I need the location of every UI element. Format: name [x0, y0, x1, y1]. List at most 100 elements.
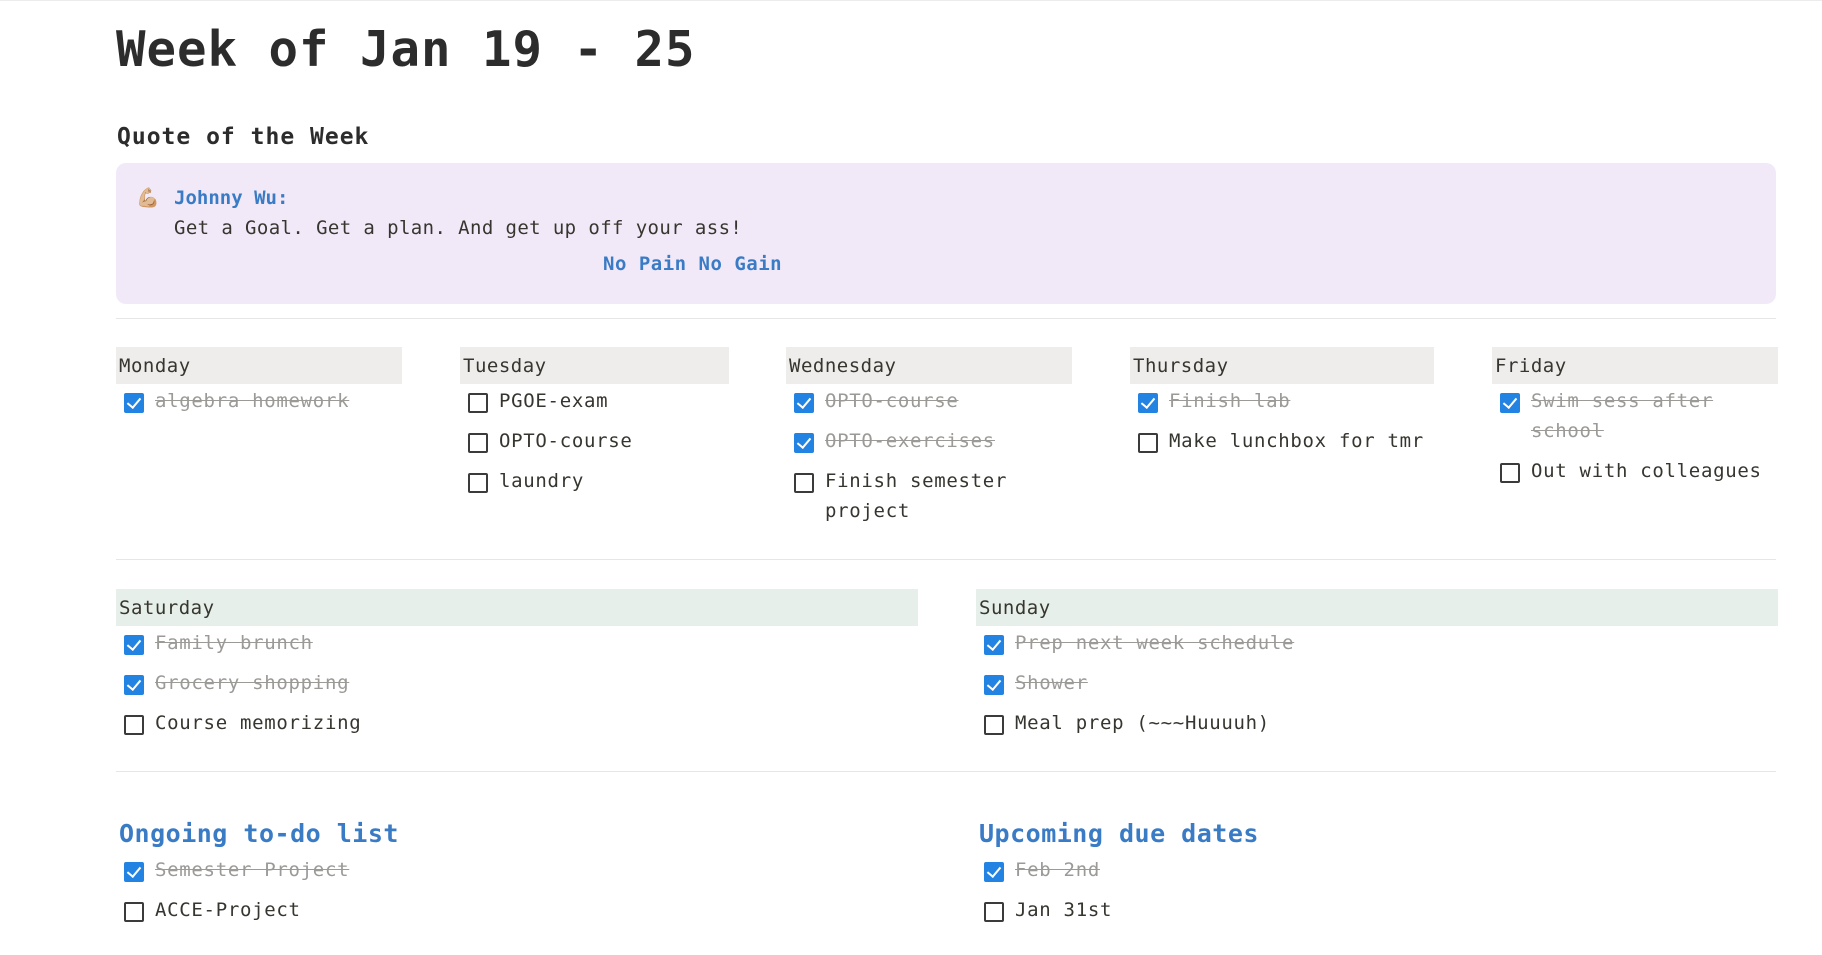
todo-item: laundry: [460, 466, 729, 496]
day-header: Monday: [116, 347, 402, 384]
checkbox[interactable]: [468, 393, 488, 413]
page-title: Week of Jan 19 - 25: [116, 21, 696, 78]
ongoing-todo-heading: Ongoing to-do list: [119, 819, 399, 848]
todo-label[interactable]: Shower: [1015, 668, 1088, 698]
todo-label[interactable]: OPTO-course: [499, 426, 633, 456]
todo-item: Meal prep (~~~Huuuuh): [976, 708, 1778, 738]
todo-label[interactable]: Finish semester project: [825, 466, 1072, 526]
checkbox[interactable]: [1138, 433, 1158, 453]
todo-label[interactable]: OPTO-course: [825, 386, 959, 416]
todo-item: Family brunch: [116, 628, 918, 658]
task-list: Family brunch Grocery shopping Course memo…: [116, 628, 918, 738]
todo-label[interactable]: Make lunchbox for tmr: [1169, 426, 1424, 456]
checkbox[interactable]: [124, 715, 144, 735]
todo-item: Semester Project: [116, 855, 918, 885]
task-list: Finish lab Make lunchbox for tmr: [1130, 386, 1434, 456]
todo-item: Grocery shopping: [116, 668, 918, 698]
todo-label[interactable]: Swim sess after school: [1531, 386, 1778, 446]
todo-label[interactable]: Feb 2nd: [1015, 855, 1100, 885]
todo-label[interactable]: ACCE-Project: [155, 895, 301, 925]
todo-item: Finish lab: [1130, 386, 1434, 416]
checkbox-checked[interactable]: [984, 675, 1004, 695]
todo-label[interactable]: Family brunch: [155, 628, 313, 658]
todo-item: OPTO-exercises: [786, 426, 1072, 456]
ongoing-todo-section: Ongoing to-do list Semester Project ACCE-…: [116, 819, 918, 935]
todo-item: PGOE-exam: [460, 386, 729, 416]
todo-label[interactable]: Meal prep (~~~Huuuuh): [1015, 708, 1270, 738]
checkbox[interactable]: [984, 715, 1004, 735]
todo-item: Prep next week schedule: [976, 628, 1778, 658]
checkbox-checked[interactable]: [1138, 393, 1158, 413]
checkbox[interactable]: [1500, 463, 1520, 483]
task-list: Prep next week schedule Shower Meal prep (…: [976, 628, 1778, 738]
quote-motto: No Pain No Gain: [603, 253, 783, 275]
todo-label[interactable]: Out with colleagues: [1531, 456, 1762, 486]
checkbox-checked[interactable]: [984, 862, 1004, 882]
task-list: Swim sess after school Out with colleague…: [1492, 386, 1778, 486]
checkbox[interactable]: [468, 473, 488, 493]
divider: [116, 318, 1776, 319]
todo-item: ACCE-Project: [116, 895, 918, 925]
quote-text: Get a Goal. Get a plan. And get up off y…: [174, 217, 743, 239]
checkbox[interactable]: [794, 473, 814, 493]
checkbox-checked[interactable]: [794, 393, 814, 413]
checkbox-checked[interactable]: [794, 433, 814, 453]
upcoming-due-section: Upcoming due dates Feb 2nd Jan 31st: [976, 819, 1778, 935]
todo-label[interactable]: algebra homework: [155, 386, 349, 416]
day-column-thursday: Thursday Finish lab Make lunchbox for tmr: [1130, 347, 1434, 466]
todo-label[interactable]: Jan 31st: [1015, 895, 1112, 925]
day-header: Friday: [1492, 347, 1778, 384]
todo-label[interactable]: Course memorizing: [155, 708, 361, 738]
task-list: algebra homework: [116, 386, 402, 416]
checkbox-checked[interactable]: [124, 635, 144, 655]
quote-heading: Quote of the Week: [117, 124, 370, 150]
todo-item: Course memorizing: [116, 708, 918, 738]
todo-label[interactable]: PGOE-exam: [499, 386, 608, 416]
day-column-wednesday: Wednesday OPTO-course OPTO-exercises Finis…: [786, 347, 1072, 536]
day-column-saturday: Saturday Family brunch Grocery shopping Co…: [116, 589, 918, 748]
todo-item: Swim sess after school: [1492, 386, 1778, 446]
quote-author: Johnny Wu:: [174, 187, 289, 209]
todo-label[interactable]: Semester Project: [155, 855, 349, 885]
day-column-friday: Friday Swim sess after school Out with co…: [1492, 347, 1778, 496]
todo-item: OPTO-course: [460, 426, 729, 456]
todo-item: OPTO-course: [786, 386, 1072, 416]
todo-label[interactable]: Grocery shopping: [155, 668, 349, 698]
day-header: Wednesday: [786, 347, 1072, 384]
top-border: [0, 0, 1822, 1]
day-column-tuesday: Tuesday PGOE-exam OPTO-course laundry: [460, 347, 729, 506]
checkbox-checked[interactable]: [124, 862, 144, 882]
divider: [116, 771, 1776, 772]
checkbox[interactable]: [468, 433, 488, 453]
divider: [116, 559, 1776, 560]
task-list: PGOE-exam OPTO-course laundry: [460, 386, 729, 496]
quote-callout: 💪🏼 Johnny Wu: Get a Goal. Get a plan. An…: [116, 163, 1776, 304]
todo-label[interactable]: Finish lab: [1169, 386, 1290, 416]
task-list: OPTO-course OPTO-exercises Finish semester…: [786, 386, 1072, 526]
flexed-biceps-icon: 💪🏼: [136, 187, 160, 209]
day-header: Tuesday: [460, 347, 729, 384]
day-header: Thursday: [1130, 347, 1434, 384]
checkbox-checked[interactable]: [984, 635, 1004, 655]
checkbox[interactable]: [124, 902, 144, 922]
day-column-monday: Monday algebra homework: [116, 347, 402, 426]
checkbox-checked[interactable]: [124, 675, 144, 695]
todo-label[interactable]: Prep next week schedule: [1015, 628, 1294, 658]
day-header: Saturday: [116, 589, 918, 626]
todo-item: Finish semester project: [786, 466, 1072, 526]
day-column-sunday: Sunday Prep next week schedule Shower Meal…: [976, 589, 1778, 748]
todo-label[interactable]: OPTO-exercises: [825, 426, 995, 456]
todo-item: Shower: [976, 668, 1778, 698]
day-header: Sunday: [976, 589, 1778, 626]
todo-item: Feb 2nd: [976, 855, 1778, 885]
checkbox[interactable]: [984, 902, 1004, 922]
task-list: Feb 2nd Jan 31st: [976, 855, 1778, 925]
checkbox-checked[interactable]: [1500, 393, 1520, 413]
checkbox-checked[interactable]: [124, 393, 144, 413]
todo-item: Out with colleagues: [1492, 456, 1778, 486]
todo-item: Jan 31st: [976, 895, 1778, 925]
todo-label[interactable]: laundry: [499, 466, 584, 496]
upcoming-due-heading: Upcoming due dates: [979, 819, 1259, 848]
todo-item: Make lunchbox for tmr: [1130, 426, 1434, 456]
task-list: Semester Project ACCE-Project: [116, 855, 918, 925]
